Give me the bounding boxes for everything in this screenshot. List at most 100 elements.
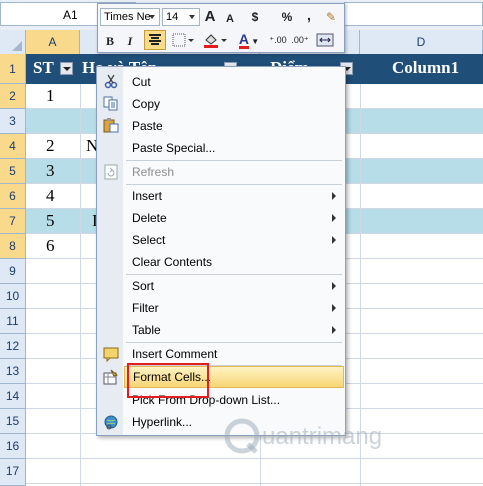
header-column1: Column1	[392, 58, 460, 77]
fill-color-button[interactable]	[200, 30, 230, 50]
decrease-decimal-button[interactable]: .00⁺	[290, 30, 310, 50]
row-header[interactable]: 5	[0, 159, 26, 184]
borders-icon	[172, 33, 194, 47]
menu-item-delete[interactable]: Delete	[124, 207, 344, 229]
cell-value: 1	[46, 86, 55, 105]
row-header[interactable]: 9	[0, 259, 26, 284]
row-header[interactable]: 13	[0, 359, 26, 384]
chevron-right-icon	[332, 214, 336, 222]
copy-icon	[103, 96, 118, 111]
cell-value: 2	[46, 136, 55, 155]
font-name-value: Times Ne	[104, 11, 151, 23]
chevron-down-icon: ▼	[248, 37, 260, 46]
menu-item-paste-special[interactable]: Paste Special...	[124, 137, 344, 159]
menu-item-copy[interactable]: Copy	[124, 93, 344, 115]
chevron-right-icon	[332, 304, 336, 312]
menu-item-insert[interactable]: Insert	[124, 185, 344, 207]
highlight-box	[127, 363, 209, 398]
row-header[interactable]: 1	[0, 54, 26, 84]
select-all-button[interactable]	[0, 30, 26, 54]
cell-value: 6	[46, 236, 55, 255]
mini-toolbar: Times Ne 14 A A $ % , ✎ B I A ▼ ⁺.00 .00…	[97, 3, 345, 53]
comment-icon	[103, 347, 119, 362]
formula-input[interactable]	[344, 2, 483, 26]
row-header[interactable]: 7	[0, 209, 26, 234]
merge-center-icon	[316, 33, 334, 47]
row-header[interactable]: 14	[0, 384, 26, 409]
menu-item-label: Clear Contents	[132, 255, 213, 269]
font-size-select[interactable]: 14	[162, 8, 200, 26]
watermark-text: uantrimang	[262, 423, 383, 450]
column-header-d[interactable]: D	[360, 30, 483, 54]
font-name-select[interactable]: Times Ne	[100, 8, 160, 26]
menu-item-sort[interactable]: Sort	[124, 275, 344, 297]
name-box-value: A1	[63, 8, 78, 22]
row-header[interactable]: 6	[0, 184, 26, 209]
chevron-right-icon	[332, 326, 336, 334]
scissors-icon	[104, 74, 118, 89]
row-header[interactable]: 3	[0, 109, 26, 134]
menu-item-table[interactable]: Table	[124, 319, 344, 341]
align-center-button[interactable]	[144, 30, 166, 50]
grid-line	[80, 84, 81, 486]
menu-item-insert-comment[interactable]: Insert Comment	[124, 343, 344, 365]
cell-value: 4	[46, 186, 55, 205]
header-stt: ST	[33, 58, 54, 77]
font-color-button[interactable]: A ▼	[234, 30, 264, 50]
menu-item-label: Cut	[132, 75, 151, 89]
grow-font-button[interactable]: A	[202, 7, 218, 27]
row-header[interactable]: 2	[0, 84, 26, 109]
refresh-icon	[104, 164, 118, 180]
row-header[interactable]: 11	[0, 309, 26, 334]
menu-item-label: Select	[132, 233, 166, 247]
watermark-logo-icon	[224, 418, 260, 454]
menu-item-label: Hyperlink...	[132, 415, 193, 429]
borders-button[interactable]	[170, 30, 196, 50]
menu-item-label: Paste Special...	[132, 141, 216, 155]
paste-icon	[103, 118, 119, 133]
hyperlink-icon	[104, 415, 118, 430]
filter-dropdown-icon[interactable]	[60, 62, 73, 75]
menu-item-clear-contents[interactable]: Clear Contents	[124, 251, 344, 273]
italic-button[interactable]: I	[122, 31, 138, 51]
menu-item-label: Insert	[132, 189, 163, 203]
menu-item-label: Refresh	[132, 165, 175, 179]
menu-item-label: Delete	[132, 211, 167, 225]
currency-button[interactable]: $	[246, 7, 264, 27]
format-cells-icon	[103, 369, 119, 385]
percent-button[interactable]: %	[278, 7, 296, 27]
menu-item-select[interactable]: Select	[124, 229, 344, 251]
row-header[interactable]: 8	[0, 234, 26, 259]
row-header[interactable]: 4	[0, 134, 26, 159]
chevron-down-icon	[186, 9, 198, 25]
shrink-font-button[interactable]: A	[222, 9, 238, 29]
menu-item-label: Filter	[132, 301, 159, 315]
row-header[interactable]: 12	[0, 334, 26, 359]
row-header[interactable]: 16	[0, 434, 26, 459]
cell-value: 5	[46, 211, 55, 230]
bold-button[interactable]: B	[102, 31, 118, 51]
chevron-down-icon	[146, 9, 158, 25]
row-header[interactable]: 17	[0, 459, 26, 486]
row-header[interactable]: 10	[0, 284, 26, 309]
comma-button[interactable]: ,	[302, 5, 316, 25]
cell-value: 3	[46, 161, 55, 180]
merge-center-button[interactable]	[314, 30, 336, 50]
menu-item-label: Table	[132, 323, 161, 337]
menu-item-paste[interactable]: Paste	[124, 115, 344, 137]
font-color-letter: A	[238, 31, 249, 49]
menu-item-cut[interactable]: Cut	[124, 71, 344, 93]
menu-item-label: Paste	[132, 119, 163, 133]
chevron-right-icon	[332, 192, 336, 200]
column-header-a[interactable]: A	[26, 30, 80, 54]
menu-item-label: Insert Comment	[132, 347, 218, 361]
increase-decimal-button[interactable]: ⁺.00	[268, 30, 288, 50]
chevron-right-icon	[332, 282, 336, 290]
font-size-value: 14	[166, 11, 179, 23]
row-header[interactable]: 15	[0, 409, 26, 434]
table-row	[26, 459, 483, 484]
format-painter-icon[interactable]: ✎	[322, 7, 340, 27]
menu-item-filter[interactable]: Filter	[124, 297, 344, 319]
fill-color-icon	[204, 34, 227, 48]
menu-item-label: Copy	[132, 97, 161, 111]
